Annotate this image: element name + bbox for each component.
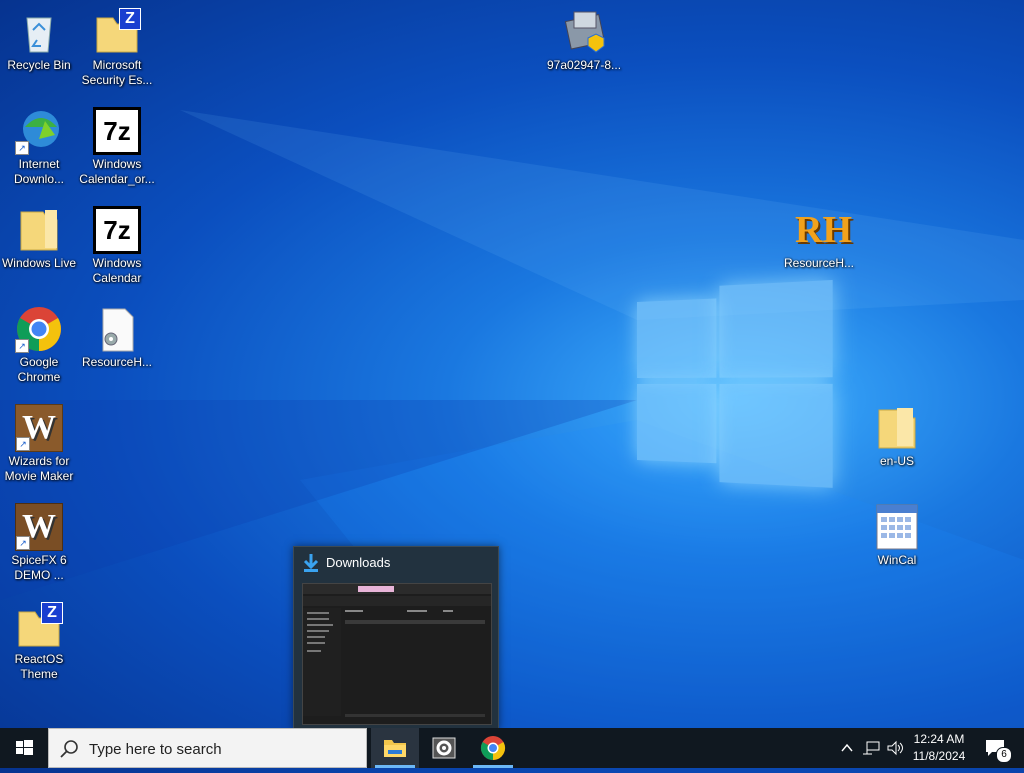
downloads-window-preview[interactable]: Downloads [293,546,499,730]
search-box[interactable]: Type here to search [48,728,367,768]
icon-label: Recycle Bin [7,58,71,72]
search-icon [60,740,78,758]
icon-label: Windows Live [1,256,77,270]
z-badge: Z [119,8,141,30]
windows-wallpaper-logo [637,279,833,490]
desktop-icon-microsoft-security-essentials[interactable]: Z Microsoft Security Es... [78,8,156,88]
desktop-icon-internet-download-manager[interactable]: ↗ Internet Downlo... [0,107,78,187]
desktop-icon-recycle-bin[interactable]: Recycle Bin [0,8,78,73]
chrome-icon: ↗ [15,305,63,353]
7z-glyph: 7z [103,215,131,245]
calendar-icon [873,503,921,551]
show-hidden-icons-chevron-icon[interactable] [840,741,854,755]
recycle-bin-icon [15,8,63,56]
7z-glyph: 7z [103,116,131,146]
icon-label: Windows Calendar [92,256,142,285]
clock-time: 12:24 AM [913,732,965,746]
icon-label: Windows Calendar_or... [79,157,155,186]
z-badge: Z [41,602,63,624]
search-placeholder: Type here to search [89,741,222,758]
desktop-icon-wincal[interactable]: WinCal [858,503,936,568]
icon-label: en-US [879,454,914,468]
icon-label: Google Chrome [17,355,61,384]
action-center-button[interactable]: 6 [978,728,1018,768]
chrome-icon [480,736,506,760]
desktop-icon-windows-live[interactable]: Windows Live [0,206,78,271]
network-icon[interactable] [862,740,880,756]
icon-label: Microsoft Security Es... [81,58,153,87]
desktop-icon-wizards-movie-maker[interactable]: W ↗ Wizards for Movie Maker [0,404,78,484]
desktop-icon-windows-calendar-or[interactable]: 7z Windows Calendar_or... [78,107,156,187]
desktop-icon-resourcehacker[interactable]: RH ResourceH... [780,206,858,271]
desktop-icon-97a02947[interactable]: 97a02947-8... [545,8,623,73]
resource-hacker-icon: RH [795,206,852,254]
desktop-icon-spicefx[interactable]: W ↗ SpiceFX 6 DEMO ... [0,503,78,583]
icon-label: WinCal [877,553,917,567]
installer-icon [560,8,608,56]
spicefx-icon: W ↗ [15,503,63,551]
taskbar-app-settings[interactable] [420,728,468,768]
7zip-icon: 7z [93,107,141,155]
shortcut-arrow-icon: ↗ [15,141,29,155]
desktop-icon-google-chrome[interactable]: ↗ Google Chrome [0,305,78,385]
taskbar-app-chrome[interactable] [469,728,517,768]
gear-icon [432,737,456,759]
start-button[interactable] [0,728,48,768]
taskbar: Type here to search 12:24 AM 11/8/2024 6 [0,728,1024,768]
desktop-icon-reactos-theme[interactable]: Z ReactOS Theme [0,602,78,682]
taskbar-app-file-explorer[interactable] [371,728,419,768]
preview-thumbnail [302,583,492,725]
rh-glyph: RH [795,209,852,251]
volume-icon[interactable] [886,740,904,756]
folder-icon [384,740,406,757]
shortcut-arrow-icon: ↗ [16,437,30,451]
icon-label: 97a02947-8... [546,58,622,72]
icon-label: ReactOS Theme [14,652,64,681]
config-file-icon [93,305,141,353]
clock[interactable]: 12:24 AM 11/8/2024 [906,732,972,763]
icon-label: Internet Downlo... [13,157,65,186]
icon-label: ResourceH... [783,256,855,270]
wizards-icon: W ↗ [15,404,63,452]
shortcut-arrow-icon: ↗ [15,339,29,353]
desktop-icon-resourcehacker-file[interactable]: ResourceH... [78,305,156,370]
desktop-icon-windows-calendar[interactable]: 7z Windows Calendar [78,206,156,286]
icon-label: ResourceH... [81,355,153,369]
zip-folder-icon: Z [15,602,63,650]
notification-count-badge: 6 [996,747,1012,763]
windows-start-icon [16,740,33,755]
clock-date: 11/8/2024 [912,749,966,763]
folder-icon [15,206,63,254]
folder-icon [873,404,921,452]
download-arrow-icon [302,553,320,578]
desktop-icon-en-us[interactable]: en-US [858,404,936,469]
icon-label: SpiceFX 6 DEMO ... [11,553,67,582]
shortcut-arrow-icon: ↗ [16,536,30,550]
7zip-icon: 7z [93,206,141,254]
globe-icon: ↗ [15,107,63,155]
preview-title: Downloads [326,555,391,570]
icon-label: Wizards for Movie Maker [4,454,74,483]
zip-folder-icon: Z [93,8,141,56]
